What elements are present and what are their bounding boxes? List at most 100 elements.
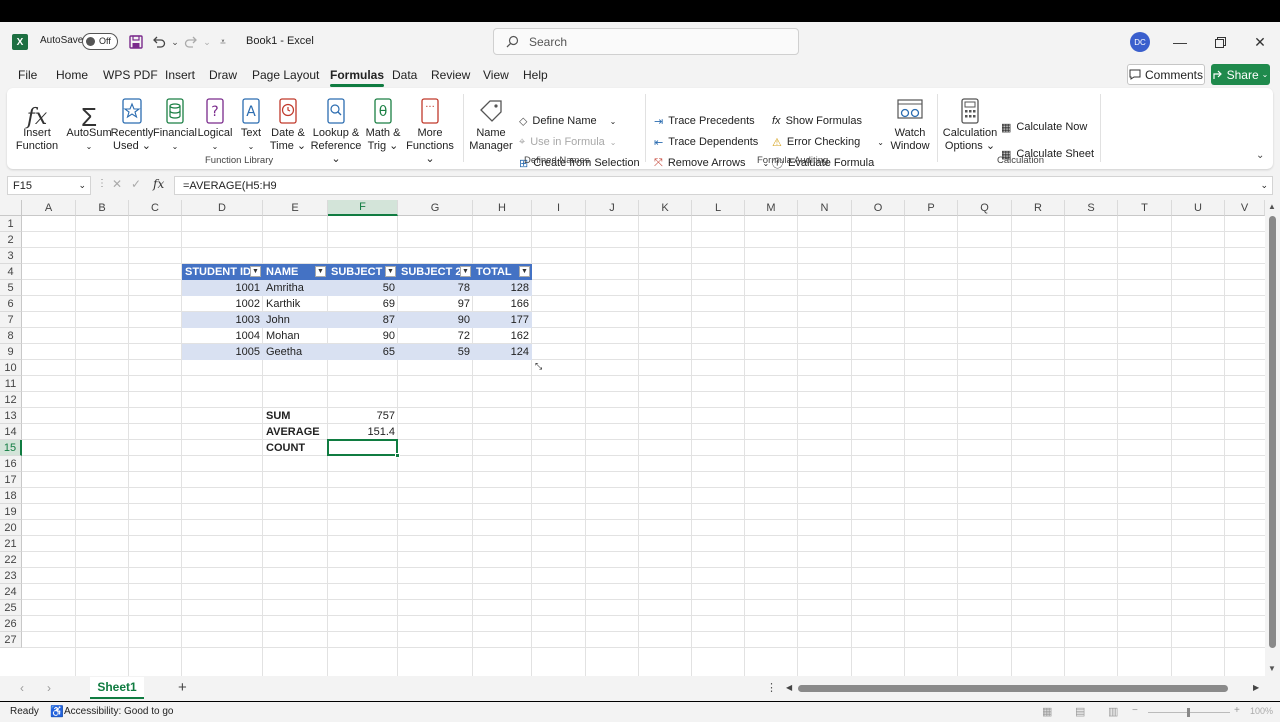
column-header-e[interactable]: E	[263, 200, 328, 216]
comments-button[interactable]: Comments	[1127, 64, 1205, 85]
watch-window-button[interactable]: Watch Window	[888, 94, 932, 153]
column-header-m[interactable]: M	[745, 200, 798, 216]
more-functions-button[interactable]: ··· More Functions ⌄	[404, 94, 456, 166]
accessibility-status[interactable]: Accessibility: Good to go	[64, 706, 174, 717]
table-cell[interactable]: 59	[398, 344, 473, 360]
table-cell[interactable]: 1002	[182, 296, 263, 312]
table-cell[interactable]: Karthik	[263, 296, 328, 312]
menu-view[interactable]: View	[483, 68, 509, 82]
more-options-icon[interactable]: ⋮	[766, 681, 777, 694]
scroll-up-icon[interactable]: ▲	[1268, 202, 1276, 211]
table-cell[interactable]: 177	[473, 312, 532, 328]
lookup-reference-button[interactable]: Lookup & Reference ⌄	[308, 94, 364, 166]
table-cell[interactable]: 1001	[182, 280, 263, 296]
column-header-o[interactable]: O	[852, 200, 905, 216]
row-header-23[interactable]: 23	[0, 568, 22, 584]
expand-formula-icon[interactable]: ⌄	[1260, 180, 1268, 191]
row-header-18[interactable]: 18	[0, 488, 22, 504]
restore-icon[interactable]	[1210, 32, 1230, 52]
page-break-view-icon[interactable]: ▥	[1108, 705, 1118, 718]
table-cell[interactable]: John	[263, 312, 328, 328]
menu-wps-pdf[interactable]: WPS PDF	[103, 68, 158, 82]
zoom-in-icon[interactable]: +	[1234, 705, 1240, 716]
column-header-i[interactable]: I	[532, 200, 586, 216]
use-in-formula-button[interactable]: ⌖ Use in Formula ⌄	[519, 133, 616, 151]
table-cell[interactable]: Geetha	[263, 344, 328, 360]
logical-button[interactable]: ? Logical ⌄	[196, 94, 234, 153]
filter-dropdown-icon[interactable]: ▼	[315, 266, 326, 277]
row-header-17[interactable]: 17	[0, 472, 22, 488]
menu-formulas[interactable]: Formulas	[330, 68, 385, 87]
summary-value[interactable]: 151.4	[328, 424, 398, 440]
zoom-out-icon[interactable]: −	[1132, 705, 1138, 716]
row-header-11[interactable]: 11	[0, 376, 22, 392]
collapse-ribbon-icon[interactable]: ⌄	[1256, 150, 1264, 161]
row-header-5[interactable]: 5	[0, 280, 22, 296]
table-cell[interactable]: 72	[398, 328, 473, 344]
menu-file[interactable]: File	[18, 68, 37, 82]
normal-view-icon[interactable]: ▦	[1042, 705, 1052, 718]
insert-function-button[interactable]: fx Insert Function	[16, 94, 58, 153]
row-header-27[interactable]: 27	[0, 632, 22, 648]
column-header-c[interactable]: C	[129, 200, 182, 216]
table-cell[interactable]: 65	[328, 344, 398, 360]
row-header-24[interactable]: 24	[0, 584, 22, 600]
column-header-u[interactable]: U	[1172, 200, 1225, 216]
row-header-15[interactable]: 15	[0, 440, 22, 456]
table-cell[interactable]: 124	[473, 344, 532, 360]
scroll-left-icon[interactable]: ◀	[786, 683, 792, 692]
row-header-1[interactable]: 1	[0, 216, 22, 232]
row-header-26[interactable]: 26	[0, 616, 22, 632]
sheet-tab-sheet1[interactable]: Sheet1	[90, 677, 144, 699]
math-trig-button[interactable]: θ Math & Trig ⌄	[364, 94, 402, 153]
zoom-level[interactable]: 100%	[1250, 706, 1273, 716]
name-manager-button[interactable]: Name Manager	[469, 94, 513, 153]
row-header-2[interactable]: 2	[0, 232, 22, 248]
menu-data[interactable]: Data	[392, 68, 417, 82]
recently-used-button[interactable]: Recently Used ⌄	[111, 94, 153, 153]
column-header-q[interactable]: Q	[958, 200, 1012, 216]
define-name-button[interactable]: ⬦ Define Name ⌄	[519, 112, 616, 130]
column-header-h[interactable]: H	[473, 200, 532, 216]
row-header-13[interactable]: 13	[0, 408, 22, 424]
column-header-s[interactable]: S	[1065, 200, 1118, 216]
table-cell[interactable]: Mohan	[263, 328, 328, 344]
column-header-f[interactable]: F	[328, 200, 398, 216]
avatar[interactable]: DC	[1130, 32, 1150, 52]
column-header-j[interactable]: J	[586, 200, 639, 216]
row-header-25[interactable]: 25	[0, 600, 22, 616]
save-icon[interactable]	[127, 32, 145, 52]
row-header-10[interactable]: 10	[0, 360, 22, 376]
table-cell[interactable]: 162	[473, 328, 532, 344]
financial-button[interactable]: Financial ⌄	[153, 94, 197, 153]
share-button[interactable]: Share ⌄	[1211, 64, 1270, 85]
accessibility-icon[interactable]: ♿	[50, 705, 64, 718]
vertical-scrollbar[interactable]: ▲ ▼	[1265, 200, 1280, 676]
trace-dependents-button[interactable]: ⇤ Trace Dependents	[654, 133, 758, 151]
customize-toolbar-icon[interactable]: ⩡	[214, 32, 232, 52]
summary-label[interactable]: SUM	[263, 408, 328, 424]
active-cell-selection[interactable]	[327, 439, 398, 456]
table-resize-handle-icon[interactable]: ⤡	[535, 361, 542, 372]
text-button[interactable]: A Text ⌄	[236, 94, 266, 153]
table-cell[interactable]: 90	[398, 312, 473, 328]
filter-dropdown-icon[interactable]: ▼	[385, 266, 396, 277]
filter-dropdown-icon[interactable]: ▼	[519, 266, 530, 277]
more-options-icon[interactable]: ⋮	[97, 178, 107, 189]
show-formulas-button[interactable]: fx Show Formulas	[772, 112, 862, 130]
calculate-now-button[interactable]: ▦ Calculate Now	[1001, 118, 1087, 136]
enter-icon[interactable]: ✓	[131, 177, 141, 191]
menu-insert[interactable]: Insert	[165, 68, 195, 82]
column-header-r[interactable]: R	[1012, 200, 1065, 216]
column-header-t[interactable]: T	[1118, 200, 1172, 216]
autosum-button[interactable]: Σ AutoSum ⌄	[66, 94, 111, 153]
filter-dropdown-icon[interactable]: ▼	[250, 266, 261, 277]
column-header-a[interactable]: A	[22, 200, 76, 216]
menu-draw[interactable]: Draw	[209, 68, 237, 82]
table-cell[interactable]: 166	[473, 296, 532, 312]
error-checking-button[interactable]: ⚠ Error Checking ⌄	[772, 133, 884, 151]
column-header-n[interactable]: N	[798, 200, 852, 216]
summary-label[interactable]: COUNT	[263, 440, 328, 456]
row-header-20[interactable]: 20	[0, 520, 22, 536]
row-header-6[interactable]: 6	[0, 296, 22, 312]
